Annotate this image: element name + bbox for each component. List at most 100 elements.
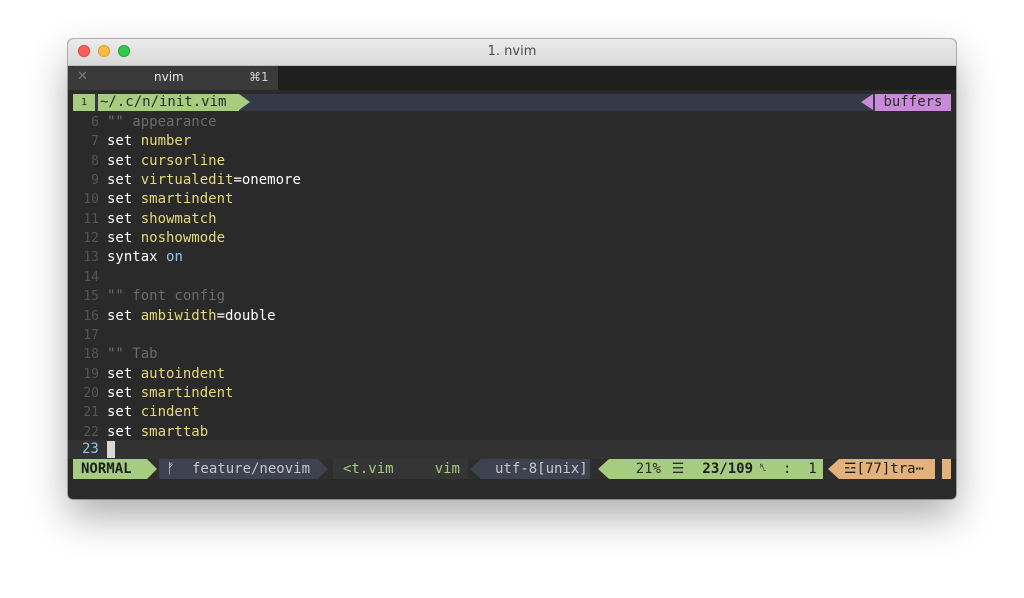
git-branch-icon: ᚠ bbox=[159, 459, 182, 479]
line-number: 16 bbox=[83, 308, 99, 324]
code-line[interactable]: 12 set noshowmode bbox=[68, 229, 956, 248]
buffer-number: 1 bbox=[73, 94, 95, 111]
code-token: set bbox=[107, 191, 141, 208]
line-number: 13 bbox=[83, 250, 99, 266]
tab-label: nvim bbox=[154, 70, 184, 84]
code-token: showmatch bbox=[140, 210, 217, 227]
code-token: syntax bbox=[107, 249, 167, 266]
code-token: cindent bbox=[140, 404, 200, 421]
line-number: 14 bbox=[83, 269, 99, 285]
code-token: ambiwidth bbox=[140, 307, 217, 324]
code-token: set bbox=[107, 230, 141, 247]
line-text: set autoindent bbox=[107, 365, 225, 384]
line-number: 21 bbox=[83, 405, 99, 421]
line-number: 10 bbox=[83, 192, 99, 208]
code-line[interactable]: 9 set virtualedit=onemore bbox=[68, 171, 956, 190]
code-line[interactable]: 15 "" font config bbox=[68, 287, 956, 306]
line-text: set noshowmode bbox=[107, 229, 225, 248]
line-number: 6 bbox=[91, 115, 99, 130]
title-bar: 1. nvim bbox=[68, 39, 956, 66]
close-tab-icon[interactable]: ✕ bbox=[77, 69, 88, 84]
code-token: =onemore bbox=[233, 172, 301, 189]
powerline-arrow-icon bbox=[239, 94, 250, 110]
line-number: 18 bbox=[83, 347, 99, 363]
line-number: 11 bbox=[83, 211, 99, 227]
code-line[interactable]: 22 set smarttab bbox=[68, 423, 956, 442]
code-line[interactable]: 16 set ambiwidth=double bbox=[68, 307, 956, 326]
status-encoding: utf-8[unix] bbox=[481, 459, 590, 479]
line-text: set ambiwidth=double bbox=[107, 307, 276, 326]
status-column: : 1 bbox=[773, 459, 823, 479]
code-line[interactable]: 17 bbox=[68, 326, 956, 345]
terminal-tab-bar: ✕ nvim ⌘1 bbox=[68, 66, 956, 90]
code-token: smartindent bbox=[140, 191, 234, 208]
code-line[interactable]: 7 set number bbox=[68, 132, 956, 151]
line-number: 8 bbox=[91, 153, 99, 169]
code-token: set bbox=[107, 365, 141, 382]
code-line[interactable]: 6 "" appearance bbox=[68, 113, 956, 132]
code-line[interactable]: 11 set showmatch bbox=[68, 210, 956, 229]
vim-tabline: 1 ~/.c/n/init.vim buffers bbox=[73, 94, 951, 111]
status-filetype: vim bbox=[418, 459, 468, 479]
code-token: set bbox=[107, 133, 141, 150]
buffers-label[interactable]: buffers bbox=[875, 94, 951, 111]
line-number: 9 bbox=[91, 173, 99, 189]
line-text: set cursorline bbox=[107, 152, 225, 171]
mode-indicator: NORMAL bbox=[73, 459, 147, 479]
status-percent: 21% bbox=[609, 459, 665, 479]
tabline-file[interactable]: ~/.c/n/init.vim bbox=[98, 94, 239, 111]
line-number: 15 bbox=[83, 289, 99, 305]
tab-nvim[interactable]: ✕ nvim ⌘1 bbox=[68, 66, 278, 90]
code-token: set bbox=[107, 152, 141, 169]
git-branch: feature/neovim bbox=[182, 459, 318, 479]
current-line-number: 23 bbox=[82, 441, 99, 457]
status-filename: <t.vim bbox=[333, 459, 418, 479]
line-number: 19 bbox=[83, 366, 99, 382]
code-token: autoindent bbox=[140, 365, 226, 382]
line-text: set smartindent bbox=[107, 190, 233, 209]
line-text: set smarttab bbox=[107, 423, 208, 442]
code-token: set bbox=[107, 307, 141, 324]
code-token: set bbox=[107, 210, 141, 227]
powerline-arrow-icon bbox=[861, 94, 873, 110]
line-text: set showmatch bbox=[107, 210, 217, 229]
code-token: set bbox=[107, 404, 141, 421]
code-token: virtualedit bbox=[140, 172, 234, 189]
line-text: set number bbox=[107, 132, 191, 151]
code-token: smarttab bbox=[140, 423, 209, 440]
line-text: set cindent bbox=[107, 403, 200, 422]
code-line[interactable]: 13 syntax on bbox=[68, 248, 956, 267]
nvim-editor[interactable]: 1 ~/.c/n/init.vim buffers 6 "" appearance… bbox=[68, 92, 956, 499]
line-text: syntax on bbox=[107, 248, 183, 267]
line-text: "" font config bbox=[107, 287, 225, 306]
code-line[interactable]: 8 set cursorline bbox=[68, 152, 956, 171]
line-number: 22 bbox=[83, 424, 99, 440]
code-line[interactable]: 21 set cindent bbox=[68, 403, 956, 422]
code-line[interactable]: 18 "" Tab bbox=[68, 345, 956, 364]
line-text: "" appearance bbox=[107, 113, 217, 132]
powerline-arrow-icon bbox=[828, 459, 839, 479]
code-line[interactable]: 20 set smartindent bbox=[68, 384, 956, 403]
powerline-arrow-icon bbox=[598, 459, 609, 479]
code-line[interactable]: 10 set smartindent bbox=[68, 190, 956, 209]
code-line[interactable]: 19 set autoindent bbox=[68, 365, 956, 384]
line-text: "" Tab bbox=[107, 345, 158, 364]
line-number: 17 bbox=[83, 327, 99, 343]
line-number: 20 bbox=[83, 385, 99, 401]
status-end-cap bbox=[942, 459, 951, 479]
line-number-icon: ␤ bbox=[753, 459, 773, 479]
status-position: 23/109 bbox=[691, 459, 753, 479]
terminal-window: 1. nvim ✕ nvim ⌘1 1 ~/.c/n/init.vim buff… bbox=[68, 39, 956, 499]
cursor-line: 23 bbox=[68, 440, 956, 459]
code-line[interactable]: 14 bbox=[68, 268, 956, 287]
code-token: noshowmode bbox=[140, 230, 226, 247]
percent-bars-icon: ☰ bbox=[665, 459, 691, 479]
text-cursor bbox=[107, 441, 115, 458]
code-token: set bbox=[107, 384, 141, 401]
code-token: smartindent bbox=[140, 384, 234, 401]
line-text: set smartindent bbox=[107, 384, 233, 403]
tab-shortcut: ⌘1 bbox=[249, 70, 269, 84]
powerline-arrow-icon bbox=[147, 459, 157, 479]
code-token: "" font config bbox=[107, 288, 226, 305]
code-token: on bbox=[166, 249, 183, 266]
